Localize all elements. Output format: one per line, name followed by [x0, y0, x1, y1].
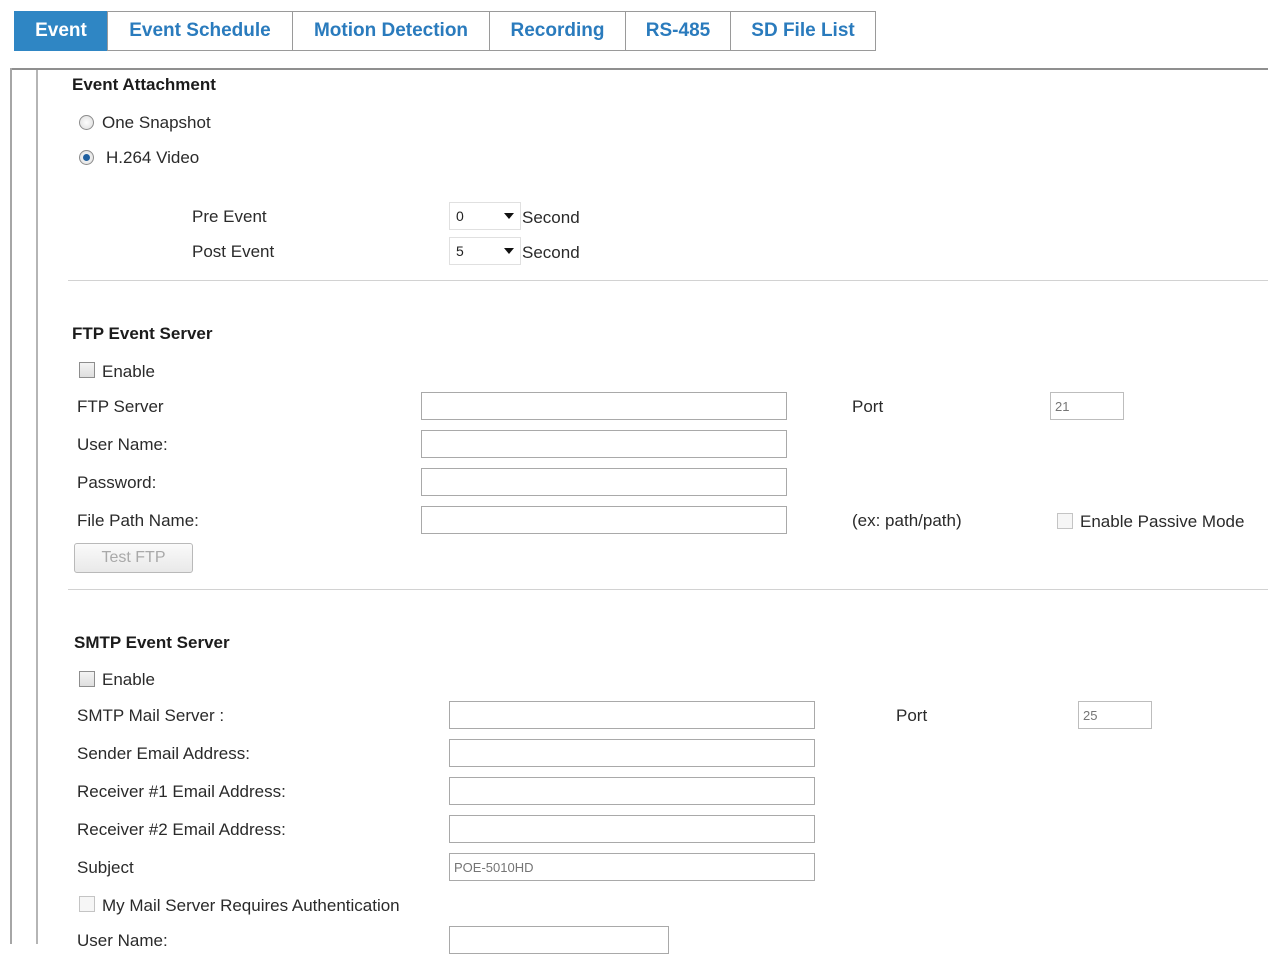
- tab-motion-detection[interactable]: Motion Detection: [292, 11, 490, 51]
- tab-rs-485[interactable]: RS-485: [625, 11, 731, 51]
- subject-label: Subject: [77, 858, 134, 877]
- receiver1-email-label: Receiver #1 Email Address:: [77, 782, 286, 801]
- chevron-down-icon: [504, 248, 514, 254]
- h264-video-radio[interactable]: [79, 150, 94, 165]
- section-divider: [68, 280, 1268, 281]
- sender-email-label: Sender Email Address:: [77, 744, 250, 763]
- pre-event-unit: Second: [522, 208, 580, 227]
- smtp-user-name-input[interactable]: [449, 926, 669, 954]
- post-event-label: Post Event: [192, 242, 275, 261]
- smtp-mail-server-input[interactable]: [449, 701, 815, 729]
- tab-event[interactable]: Event: [14, 11, 108, 51]
- pre-event-select[interactable]: 0: [449, 202, 521, 230]
- smtp-user-name-label: User Name:: [77, 931, 168, 950]
- tab-recording[interactable]: Recording: [489, 11, 626, 51]
- ftp-password-input[interactable]: [421, 468, 787, 496]
- ftp-enable-checkbox[interactable]: [79, 362, 95, 378]
- post-event-unit: Second: [522, 243, 580, 262]
- tab-sd-file-list[interactable]: SD File List: [730, 11, 876, 51]
- content-top-border: [10, 68, 1268, 70]
- smtp-port-input[interactable]: [1078, 701, 1152, 729]
- passive-mode-checkbox[interactable]: [1057, 513, 1073, 529]
- pre-event-label: Pre Event: [192, 207, 267, 226]
- ftp-password-label: Password:: [77, 473, 157, 492]
- sender-email-input[interactable]: [449, 739, 815, 767]
- smtp-enable-checkbox[interactable]: [79, 671, 95, 687]
- pre-event-value: 0: [456, 208, 464, 224]
- auth-checkbox[interactable]: [79, 896, 95, 912]
- receiver2-email-input[interactable]: [449, 815, 815, 843]
- one-snapshot-radio[interactable]: [79, 115, 94, 130]
- ftp-server-label: FTP Server: [77, 397, 164, 416]
- ftp-user-name-input[interactable]: [421, 430, 787, 458]
- ftp-user-name-label: User Name:: [77, 435, 168, 454]
- smtp-mail-server-label: SMTP Mail Server :: [77, 706, 225, 725]
- ftp-file-path-label: File Path Name:: [77, 511, 199, 530]
- receiver2-email-label: Receiver #2 Email Address:: [77, 820, 286, 839]
- ftp-path-hint: (ex: path/path): [852, 511, 962, 530]
- subject-input[interactable]: [449, 853, 815, 881]
- smtp-event-server-heading: SMTP Event Server: [74, 633, 230, 652]
- one-snapshot-label: One Snapshot: [102, 113, 211, 132]
- smtp-port-label: Port: [896, 706, 928, 725]
- section-divider: [68, 589, 1268, 590]
- smtp-enable-label: Enable: [102, 670, 155, 689]
- event-attachment-heading: Event Attachment: [72, 75, 216, 94]
- ftp-port-input[interactable]: [1050, 392, 1124, 420]
- auth-label: My Mail Server Requires Authentication: [102, 896, 400, 915]
- ftp-event-server-heading: FTP Event Server: [72, 324, 213, 343]
- test-ftp-button[interactable]: Test FTP: [74, 543, 193, 573]
- content-left-border: [10, 68, 12, 944]
- tab-event-schedule[interactable]: Event Schedule: [107, 11, 293, 51]
- ftp-port-label: Port: [852, 397, 884, 416]
- chevron-down-icon: [504, 213, 514, 219]
- post-event-select[interactable]: 5: [449, 237, 521, 265]
- passive-mode-label: Enable Passive Mode: [1080, 512, 1245, 531]
- h264-video-label: H.264 Video: [106, 148, 200, 167]
- content-inner-left-border: [36, 70, 38, 944]
- ftp-server-input[interactable]: [421, 392, 787, 420]
- ftp-file-path-input[interactable]: [421, 506, 787, 534]
- receiver1-email-input[interactable]: [449, 777, 815, 805]
- ftp-enable-label: Enable: [102, 362, 155, 381]
- post-event-value: 5: [456, 243, 464, 259]
